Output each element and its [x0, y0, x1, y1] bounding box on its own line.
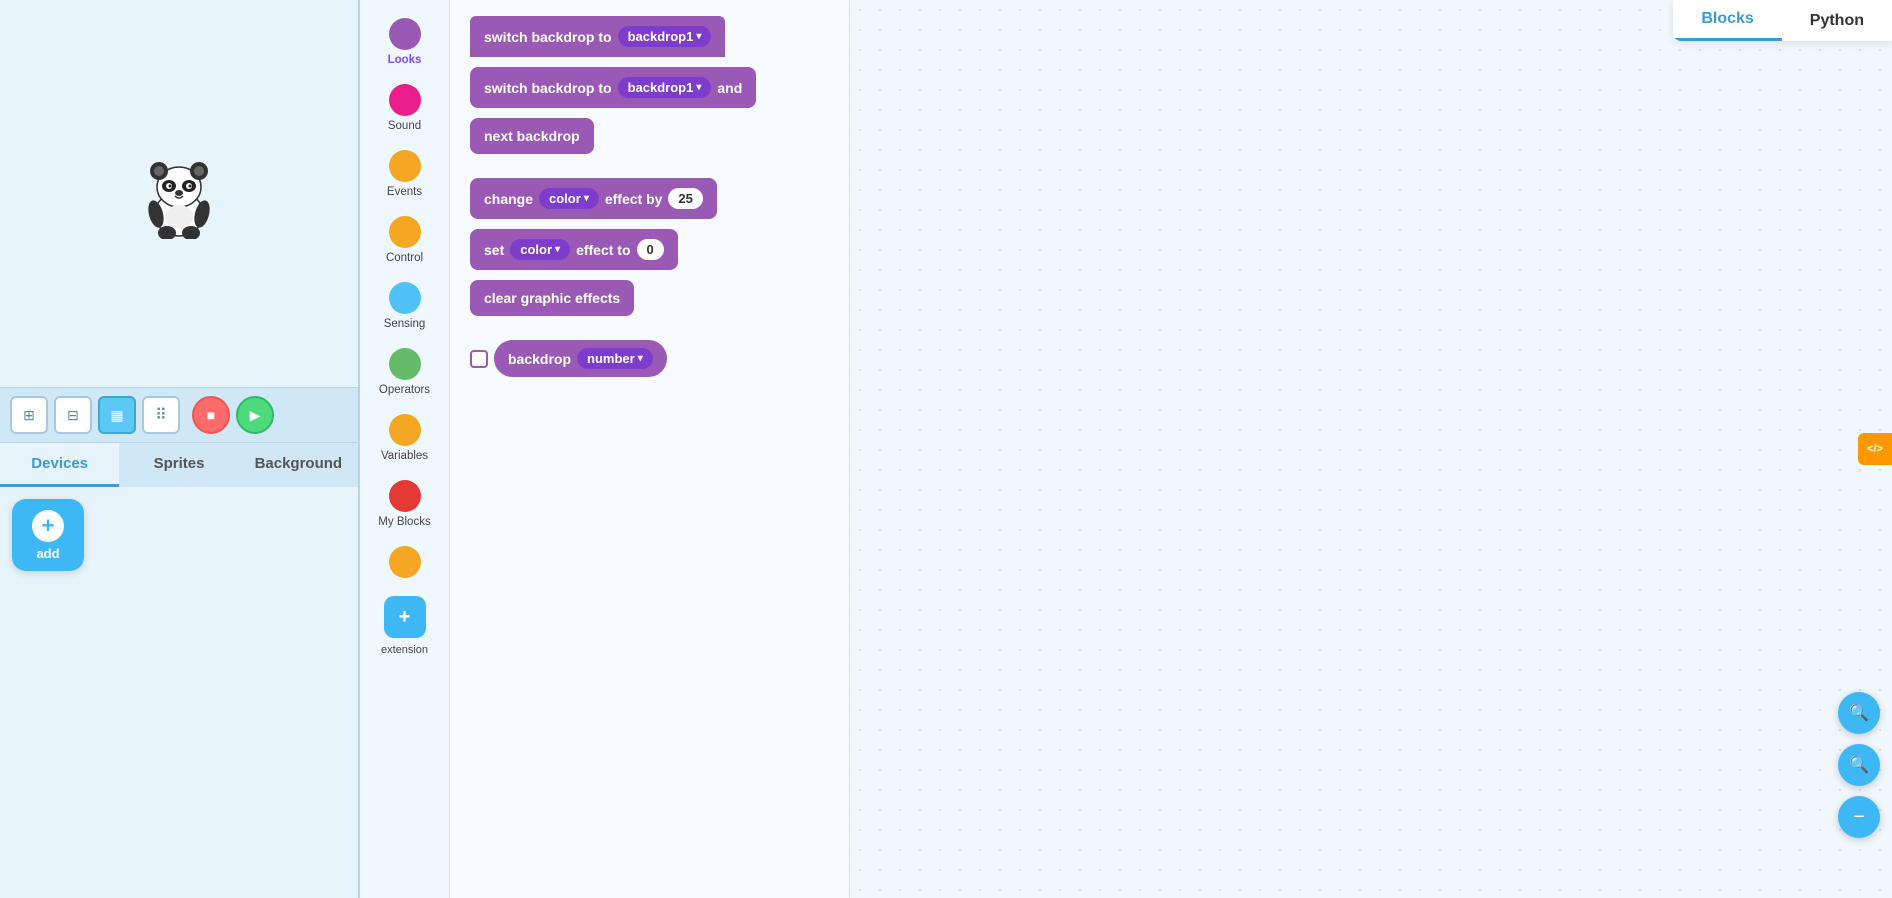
block-backdrop-number: backdrop number ▾: [470, 340, 829, 377]
switch-backdrop-text: switch backdrop to: [484, 29, 612, 45]
sidebar-item-operators[interactable]: Operators: [363, 340, 447, 404]
sidebar-item-looks-label: Looks: [388, 54, 422, 66]
reporter-checkbox[interactable]: [470, 350, 488, 368]
variables-dot: [389, 414, 421, 446]
number-dropdown[interactable]: number ▾: [577, 348, 653, 369]
sound-dot: [389, 84, 421, 116]
control-dot: [389, 216, 421, 248]
zoom-in-button[interactable]: 🔍: [1838, 692, 1880, 734]
add-device-button[interactable]: + add: [12, 499, 84, 571]
tab-sprites[interactable]: Sprites: [119, 443, 238, 487]
switch-backdrop-wait-and: and: [717, 80, 742, 96]
looks-dot: [389, 18, 421, 50]
add-label: add: [36, 546, 59, 561]
switch-backdrop-wait-text1: switch backdrop to: [484, 80, 612, 96]
panda-sprite: [139, 149, 219, 239]
chevron-down-icon-3: ▾: [584, 193, 589, 204]
go-btn[interactable]: ▶: [236, 396, 274, 434]
tab-devices[interactable]: Devices: [0, 443, 119, 487]
clear-effects-block[interactable]: clear graphic effects: [470, 280, 634, 316]
next-backdrop-block[interactable]: next backdrop: [470, 118, 594, 154]
change-text: change: [484, 191, 533, 207]
switch-backdrop-wait-block[interactable]: switch backdrop to backdrop1 ▾ and: [470, 67, 756, 108]
tabs-row: Devices Sprites Background: [0, 443, 358, 487]
sidebar-item-myblocks-label: My Blocks: [378, 516, 430, 528]
sidebar-item-control-label: Control: [386, 252, 423, 264]
backdrop1-dropdown[interactable]: backdrop1 ▾: [618, 26, 712, 47]
extension-button[interactable]: +: [384, 596, 426, 638]
effect-value-25[interactable]: 25: [668, 188, 702, 209]
canvas-action-buttons: 🔍 🔍 −: [1838, 692, 1880, 838]
sidebar-item-sound[interactable]: Sound: [363, 76, 447, 140]
backdrop-text: backdrop: [508, 351, 571, 367]
canvas-area: Blocks Python </> 🔍 🔍 −: [850, 0, 1892, 898]
category-sidebar: Looks Sound Events Control Sensing Opera…: [360, 0, 450, 898]
effect-to-text: effect to: [576, 242, 630, 258]
grid-view-btn[interactable]: ▦: [98, 396, 136, 434]
set-color-effect-block[interactable]: set color ▾ effect to 0: [470, 229, 678, 270]
next-backdrop-text: next backdrop: [484, 128, 580, 144]
sidebar-item-events-label: Events: [387, 186, 422, 198]
backdrop-number-reporter-wrapper: backdrop number ▾: [470, 340, 667, 377]
extension-label: extension: [381, 644, 428, 656]
left-panel: ⊞ ⊟ ▦ ⠿ ■ ▶ Devices Sprites Background +…: [0, 0, 360, 898]
block-set-color-effect: set color ▾ effect to 0: [470, 229, 829, 270]
extra-dot: [389, 546, 421, 578]
events-dot: [389, 150, 421, 182]
sidebar-item-events[interactable]: Events: [363, 142, 447, 206]
sidebar-item-sensing-label: Sensing: [384, 318, 426, 330]
sidebar-item-variables[interactable]: Variables: [363, 406, 447, 470]
clear-effects-text: clear graphic effects: [484, 290, 620, 306]
operators-dot: [389, 348, 421, 380]
extension-plus-icon: +: [399, 606, 411, 629]
block-switch-backdrop-1: switch backdrop to backdrop1 ▾: [470, 16, 829, 57]
plus-icon: +: [32, 510, 64, 542]
switch-backdrop-block[interactable]: switch backdrop to backdrop1 ▾: [470, 16, 725, 57]
backdrop-number-block[interactable]: backdrop number ▾: [494, 340, 667, 377]
effect-value-0[interactable]: 0: [637, 239, 664, 260]
tab-background[interactable]: Background: [239, 443, 358, 487]
sidebar-item-extra[interactable]: [363, 538, 447, 590]
color-dropdown-2[interactable]: color ▾: [510, 239, 570, 260]
blocks-panel: switch backdrop to backdrop1 ▾ switch ba…: [450, 0, 850, 898]
change-color-effect-block[interactable]: change color ▾ effect by 25: [470, 178, 717, 219]
controls-bar: ⊞ ⊟ ▦ ⠿ ■ ▶: [0, 387, 358, 443]
block-switch-backdrop-and-wait: switch backdrop to backdrop1 ▾ and: [470, 67, 829, 108]
block-next-backdrop: next backdrop: [470, 118, 829, 154]
menu-btn[interactable]: ⠿: [142, 396, 180, 434]
block-clear-graphic-effects: clear graphic effects: [470, 280, 829, 316]
sidebar-item-variables-label: Variables: [381, 450, 428, 462]
chevron-down-icon-5: ▾: [638, 353, 643, 364]
top-right-bar: Blocks Python: [1673, 0, 1892, 41]
chevron-down-icon: ▾: [696, 31, 701, 42]
sensing-dot: [389, 282, 421, 314]
sidebar-item-sensing[interactable]: Sensing: [363, 274, 447, 338]
stop-btn[interactable]: ■: [192, 396, 230, 434]
block-change-color-effect: change color ▾ effect by 25: [470, 178, 829, 219]
sidebar-item-operators-label: Operators: [379, 384, 430, 396]
shrink-btn[interactable]: ⊟: [54, 396, 92, 434]
minus-button[interactable]: −: [1838, 796, 1880, 838]
sidebar-item-sound-label: Sound: [388, 120, 421, 132]
chevron-down-icon-2: ▾: [696, 82, 701, 93]
backdrop1-wait-dropdown[interactable]: backdrop1 ▾: [618, 77, 712, 98]
zoom-out-button[interactable]: 🔍: [1838, 744, 1880, 786]
sidebar-item-looks[interactable]: Looks: [363, 10, 447, 74]
expand-btn[interactable]: ⊞: [10, 396, 48, 434]
color-dropdown-1[interactable]: color ▾: [539, 188, 599, 209]
blocks-tab-button[interactable]: Blocks: [1673, 0, 1781, 41]
code-toggle-button[interactable]: </>: [1858, 433, 1892, 465]
set-text: set: [484, 242, 504, 258]
python-tab-button[interactable]: Python: [1782, 0, 1892, 41]
sprite-area: [0, 0, 358, 387]
myblocks-dot: [389, 480, 421, 512]
tab-content: + add: [0, 487, 358, 898]
effect-by-text: effect by: [605, 191, 663, 207]
sidebar-item-control[interactable]: Control: [363, 208, 447, 272]
code-toggle-icon: </>: [1867, 443, 1883, 455]
sidebar-item-myblocks[interactable]: My Blocks: [363, 472, 447, 536]
chevron-down-icon-4: ▾: [555, 244, 560, 255]
